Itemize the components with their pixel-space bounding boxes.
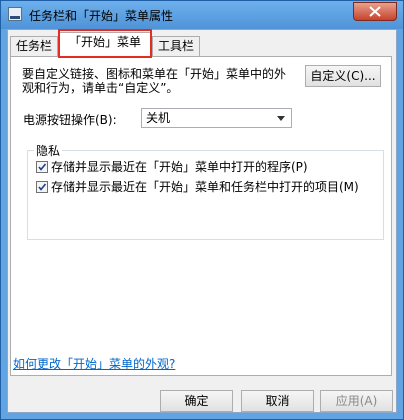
close-button[interactable] xyxy=(353,2,397,21)
recent-items-label: 存储并显示最近在「开始」菜单和任务栏中打开的项目(M) xyxy=(51,180,359,194)
title-bar[interactable]: 任务栏和「开始」菜单属性 xyxy=(1,1,403,29)
recent-programs-option[interactable]: 存储并显示最近在「开始」菜单中打开的程序(P) xyxy=(36,160,308,174)
checkmark-icon xyxy=(38,163,47,171)
start-menu-tab-highlight xyxy=(58,29,152,58)
customize-button[interactable]: 自定义(C)... xyxy=(305,65,381,87)
ok-button[interactable]: 确定 xyxy=(160,390,233,412)
power-button-select[interactable]: 关机 xyxy=(141,108,292,128)
start-menu-panel: 要自定义链接、图标和菜单在「开始」菜单中的外观和行为，请单击“自定义”。 自定义… xyxy=(10,56,392,376)
help-link[interactable]: 如何更改「开始」菜单的外观? xyxy=(13,355,175,372)
customize-description: 要自定义链接、图标和菜单在「开始」菜单中的外观和行为，请单击“自定义”。 xyxy=(22,67,287,95)
recent-programs-label: 存储并显示最近在「开始」菜单中打开的程序(P) xyxy=(51,160,308,174)
privacy-group: 隐私 存储并显示最近在「开始」菜单中打开的程序(P) 存储并显示最近在「开始」菜… xyxy=(27,142,384,240)
dialog-client-area: 任务栏 「开始」菜单 工具栏 要自定义链接、图标和菜单在「开始」菜单中的外观和行… xyxy=(7,29,397,413)
recent-programs-checkbox[interactable] xyxy=(36,161,48,173)
apply-button[interactable]: 应用(A) xyxy=(320,390,393,412)
checkmark-icon xyxy=(38,183,47,191)
chevron-down-icon xyxy=(277,116,285,121)
tab-taskbar[interactable]: 任务栏 xyxy=(10,36,58,56)
tab-toolbars[interactable]: 工具栏 xyxy=(152,36,200,56)
cancel-button[interactable]: 取消 xyxy=(241,390,314,412)
power-button-value: 关机 xyxy=(146,111,171,125)
recent-items-checkbox[interactable] xyxy=(36,181,48,193)
properties-dialog: 任务栏和「开始」菜单属性 任务栏 「开始」菜单 工具栏 要自定义链接、图标和菜单… xyxy=(0,0,404,420)
recent-items-option[interactable]: 存储并显示最近在「开始」菜单和任务栏中打开的项目(M) xyxy=(36,180,359,194)
power-button-label: 电源按钮操作(B): xyxy=(23,113,117,127)
privacy-group-title: 隐私 xyxy=(34,142,63,159)
close-icon xyxy=(369,6,381,17)
window-app-icon xyxy=(8,7,22,21)
window-title: 任务栏和「开始」菜单属性 xyxy=(29,9,174,23)
